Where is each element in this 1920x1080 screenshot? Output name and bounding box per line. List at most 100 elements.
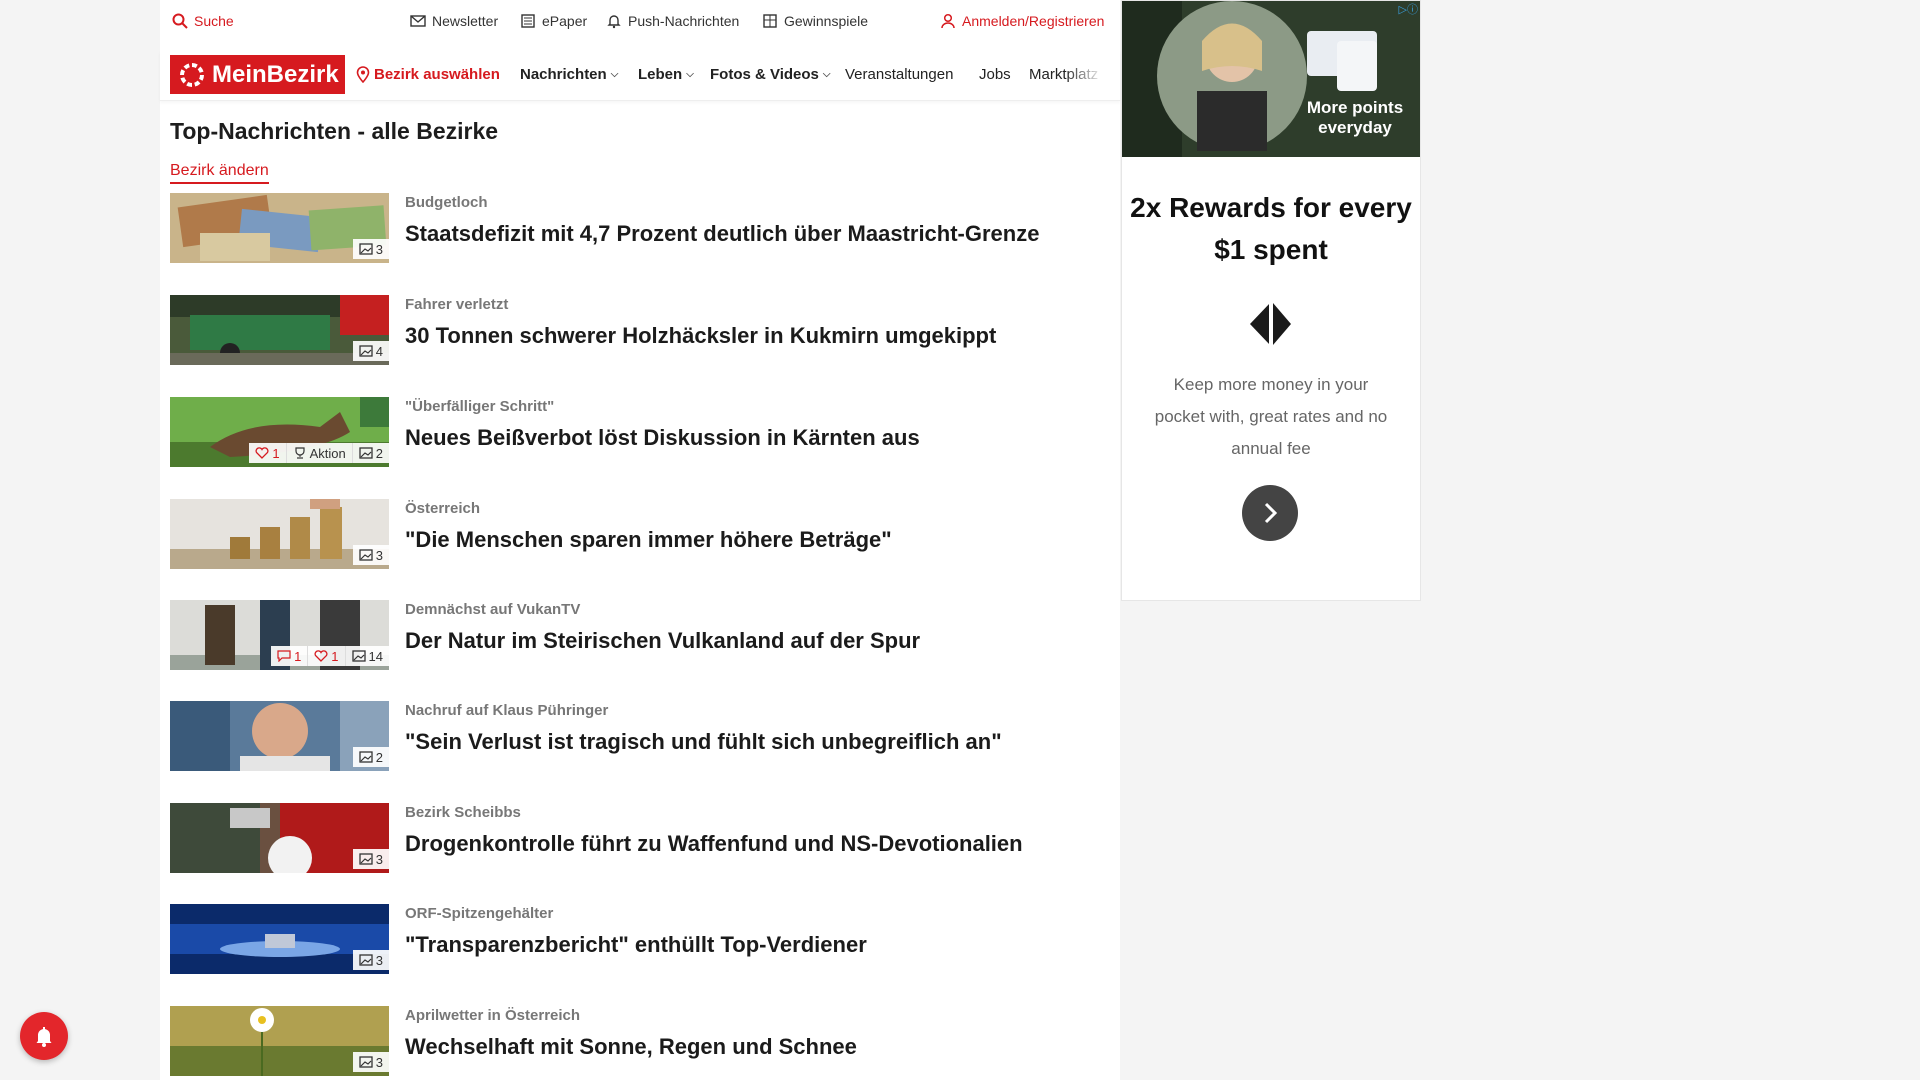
- photo-count-value: 14: [368, 648, 383, 664]
- photo-count: 2: [351, 443, 389, 463]
- nav-fotos-videos-label: Fotos & Videos: [710, 66, 819, 83]
- article-thumbnail[interactable]: 3: [170, 499, 389, 569]
- image-icon: [359, 447, 373, 459]
- login-link[interactable]: Anmelden/Registrieren: [940, 13, 1104, 29]
- nav-fotos-videos[interactable]: Fotos & Videos ⌵: [710, 66, 831, 83]
- article-thumbnail[interactable]: 4: [170, 295, 389, 365]
- page-title: Top-Nachrichten - alle Bezirke: [170, 118, 499, 144]
- nav-veranstaltungen[interactable]: Veranstaltungen: [845, 66, 953, 83]
- ad-image[interactable]: More points everyday ▷ⓘ: [1122, 1, 1420, 157]
- likes-count-value: 1: [331, 648, 339, 664]
- nav-nachrichten-label: Nachrichten: [520, 66, 607, 83]
- article-item[interactable]: 2 Nachruf auf Klaus Pühringer "Sein Verl…: [170, 701, 1100, 773]
- article-headline[interactable]: "Die Menschen sparen immer höhere Beträg…: [405, 527, 892, 553]
- nav-nachrichten[interactable]: Nachrichten ⌵: [520, 66, 618, 83]
- bezirk-select[interactable]: Bezirk auswählen: [356, 66, 500, 83]
- epaper-link[interactable]: ePaper: [520, 13, 587, 29]
- main-nav: MeinBezirk Bezirk auswählen Nachrichten ⌵…: [160, 50, 1120, 101]
- ad-image-text: More points everyday: [1306, 98, 1404, 137]
- article-kicker: Nachruf auf Klaus Pühringer: [405, 702, 609, 719]
- logo-text: MeinBezirk: [212, 60, 339, 88]
- likes-count[interactable]: 1: [307, 646, 344, 666]
- action-label: Aktion: [309, 445, 346, 461]
- photo-count: 3: [353, 1052, 389, 1072]
- comments-count[interactable]: 1: [271, 646, 307, 666]
- article-kicker: Budgetloch: [405, 194, 488, 211]
- search-link[interactable]: Suche: [172, 13, 234, 29]
- bell-icon: [607, 15, 621, 29]
- article-kicker: Österreich: [405, 500, 481, 517]
- article-thumbnail[interactable]: 3: [170, 803, 389, 873]
- nav-leben-label: Leben: [638, 66, 683, 83]
- image-icon: [359, 243, 373, 255]
- nav-jobs[interactable]: Jobs: [979, 66, 1011, 83]
- article-thumbnail[interactable]: 3: [170, 193, 389, 263]
- article-headline[interactable]: Staatsdefizit mit 4,7 Prozent deutlich ü…: [405, 221, 1039, 247]
- image-icon: [359, 853, 373, 865]
- photo-count: 4: [353, 341, 389, 361]
- gift-icon: [763, 14, 777, 28]
- article-thumbnail[interactable]: 3: [170, 1006, 389, 1076]
- image-icon: [359, 1056, 373, 1068]
- article-headline[interactable]: 30 Tonnen schwerer Holzhäcksler in Kukmi…: [405, 323, 996, 349]
- comment-icon: [277, 650, 291, 662]
- photo-count: 3: [353, 545, 389, 565]
- article-headline[interactable]: Wechselhaft mit Sonne, Regen und Schnee: [405, 1034, 857, 1060]
- badges: 3: [352, 950, 389, 970]
- article-headline[interactable]: "Sein Verlust ist tragisch und fühlt sic…: [405, 729, 1002, 755]
- badges: 3: [352, 1052, 389, 1072]
- nav-veranstaltungen-label: Veranstaltungen: [845, 66, 954, 83]
- article-kicker: "Überfälliger Schritt": [405, 398, 555, 415]
- trophy-icon: [295, 447, 305, 459]
- photo-count-value: 4: [375, 343, 383, 359]
- mail-icon: [410, 15, 426, 27]
- article-item[interactable]: 3 Budgetloch Staatsdefizit mit 4,7 Proze…: [170, 193, 1100, 265]
- article-headline[interactable]: Drogenkontrolle führt zu Waffenfund und …: [405, 831, 1023, 857]
- ad-next-button[interactable]: [1242, 485, 1298, 541]
- article-item[interactable]: 4 Fahrer verletzt 30 Tonnen schwerer Hol…: [170, 295, 1100, 367]
- article-item[interactable]: 3 Österreich "Die Menschen sparen immer …: [170, 499, 1100, 571]
- article-kicker: Demnächst auf VukanTV: [405, 601, 581, 618]
- search-label: Suche: [194, 13, 234, 29]
- newsletter-link[interactable]: Newsletter: [410, 13, 498, 29]
- gewinnspiele-label: Gewinnspiele: [784, 13, 869, 29]
- article-item[interactable]: 3 Aprilwetter in Österreich Wechselhaft …: [170, 1006, 1100, 1078]
- article-thumbnail[interactable]: 1 Aktion 2: [170, 397, 389, 467]
- article-headline[interactable]: Der Natur im Steirischen Vulkanland auf …: [405, 628, 920, 654]
- photo-count-value: 2: [375, 749, 383, 765]
- adchoices-icon[interactable]: ▷ⓘ: [1399, 1, 1418, 17]
- article-item[interactable]: 1 Aktion 2 "Überfälliger Schritt" Neues …: [170, 397, 1100, 469]
- likes-count[interactable]: 1: [249, 443, 285, 463]
- article-headline[interactable]: "Transparenzbericht" enthüllt Top-Verdie…: [405, 932, 867, 958]
- change-bezirk-link[interactable]: Bezirk ändern: [170, 162, 269, 184]
- likes-count-value: 1: [272, 445, 280, 461]
- photo-count: 3: [353, 849, 389, 869]
- article-kicker: Bezirk Scheibbs: [405, 804, 521, 821]
- article-thumbnail[interactable]: 3: [170, 904, 389, 974]
- article-headline[interactable]: Neues Beißverbot löst Diskussion in Kärn…: [405, 425, 920, 451]
- article-thumbnail[interactable]: 1 1 14: [170, 600, 389, 670]
- article-item[interactable]: 1 1 14 Demnächst auf VukanTV Der Natur i…: [170, 600, 1100, 672]
- gewinnspiele-link[interactable]: Gewinnspiele: [762, 13, 868, 29]
- badges: 3: [352, 239, 389, 259]
- badges: 4: [352, 341, 389, 361]
- logo[interactable]: MeinBezirk: [170, 55, 345, 94]
- badges: 2: [352, 747, 389, 767]
- image-icon: [351, 650, 366, 662]
- comments-count-value: 1: [294, 648, 302, 664]
- nav-leben[interactable]: Leben ⌵: [638, 66, 694, 83]
- badges: 3: [352, 545, 389, 565]
- notification-button[interactable]: [20, 1012, 68, 1060]
- article-thumbnail[interactable]: 2: [170, 701, 389, 771]
- push-link[interactable]: Push-Nachrichten: [606, 13, 739, 29]
- action-badge[interactable]: Aktion: [285, 443, 352, 463]
- article-kicker: ORF-Spitzengehälter: [405, 905, 554, 922]
- badges: 1 1 14: [271, 646, 389, 666]
- article-item[interactable]: 3 Bezirk Scheibbs Drogenkontrolle führt …: [170, 803, 1100, 875]
- image-icon: [359, 954, 373, 966]
- article-kicker: Aprilwetter in Österreich: [405, 1007, 581, 1024]
- article-item[interactable]: 3 ORF-Spitzengehälter "Transparenzberich…: [170, 904, 1100, 976]
- bell-icon: [36, 1027, 52, 1047]
- advertisement[interactable]: More points everyday ▷ⓘ 2x Rewards for e…: [1121, 0, 1421, 601]
- photo-count: 3: [353, 239, 389, 259]
